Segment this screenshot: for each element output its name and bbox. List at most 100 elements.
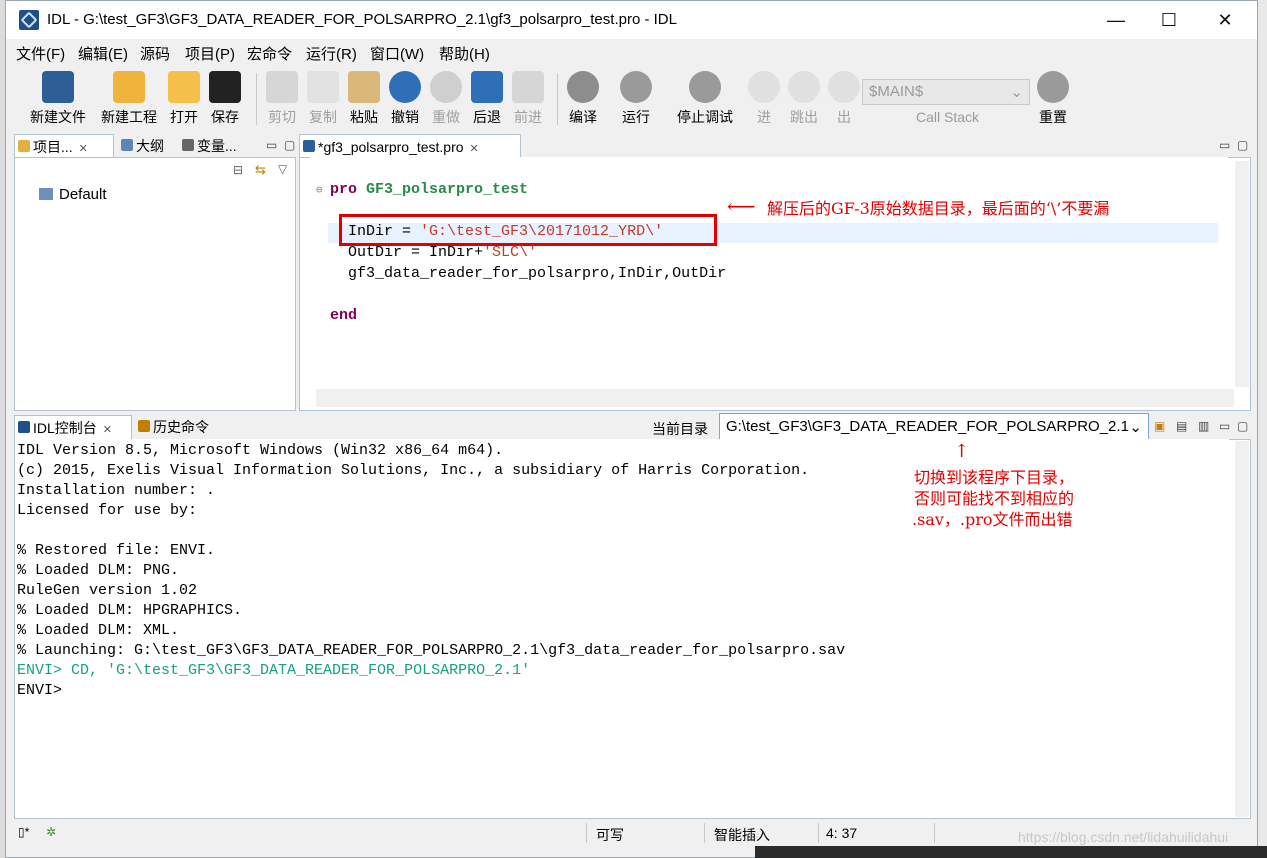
lock-icon[interactable]: ▤ <box>1176 419 1187 433</box>
step-over-icon <box>788 71 820 103</box>
run-label: 运行 <box>622 109 650 125</box>
redo-icon <box>430 71 462 103</box>
new-view-icon[interactable]: ▯* <box>18 825 29 839</box>
current-dir-label: 当前目录 <box>652 421 708 437</box>
menu-window[interactable]: 窗口(W) <box>370 43 424 64</box>
step-over-label: 跳出 <box>790 109 818 125</box>
code-line-1: pro GF3_polsarpro_test <box>330 181 528 198</box>
tab-history[interactable]: 历史命令 <box>135 415 241 439</box>
menu-run[interactable]: 运行(R) <box>306 43 357 64</box>
pro-file-icon <box>303 140 315 152</box>
run-button[interactable]: 运行 <box>619 71 653 127</box>
current-dir-value: G:\test_GF3\GF3_DATA_READER_FOR_POLSARPR… <box>726 418 1129 435</box>
annotation-up-arrow-icon: ↑ <box>954 441 970 462</box>
idl-app-icon <box>19 10 39 30</box>
back-arrow-icon <box>471 71 503 103</box>
step-into-button[interactable]: 进 <box>747 71 781 127</box>
step-out-icon <box>828 71 860 103</box>
fold-icon[interactable]: ⊖ <box>316 183 323 197</box>
bug-icon[interactable]: ✲ <box>46 825 56 839</box>
menu-edit[interactable]: 编辑(E) <box>78 43 128 64</box>
idl-window: IDL - G:\test_GF3\GF3_DATA_READER_FOR_PO… <box>5 0 1258 858</box>
stop-debug-button[interactable]: 停止调试 <box>671 71 739 127</box>
current-dir-select[interactable]: G:\test_GF3\GF3_DATA_READER_FOR_POLSARPR… <box>719 413 1149 440</box>
status-separator <box>586 823 587 843</box>
new-project-button[interactable]: 新建工程 <box>97 71 161 127</box>
open-button[interactable]: 打开 <box>167 71 201 127</box>
clear-console-icon[interactable]: ▥ <box>1198 419 1209 433</box>
minimize-view-icon[interactable]: ▭ <box>1219 419 1230 433</box>
menu-project[interactable]: 项目(P) <box>185 43 235 64</box>
window-title: IDL - G:\test_GF3\GF3_DATA_READER_FOR_PO… <box>47 11 677 28</box>
scope-select[interactable]: $MAIN$ ⌄ <box>862 79 1030 105</box>
reset-button[interactable]: 重置 <box>1036 71 1070 127</box>
editor-tab-label: *gf3_polsarpro_test.pro <box>318 139 464 155</box>
compile-label: 编译 <box>569 109 597 125</box>
variables-icon <box>182 139 194 151</box>
tab-project-label: 项目... <box>33 139 73 155</box>
tab-project[interactable]: 项目... ✕ <box>14 134 114 158</box>
undo-button[interactable]: 撤销 <box>388 71 422 127</box>
menu-help[interactable]: 帮助(H) <box>439 43 490 64</box>
redo-button[interactable]: 重做 <box>429 71 463 127</box>
editor-vertical-scrollbar[interactable] <box>1235 161 1249 387</box>
tab-editor-file[interactable]: *gf3_polsarpro_test.pro ✕ <box>299 134 521 158</box>
menu-bar: 文件(F) 编辑(E) 源码 项目(P) 宏命令 运行(R) 窗口(W) 帮助(… <box>6 39 1257 65</box>
copy-button[interactable]: 复制 <box>306 71 340 127</box>
stop-icon <box>689 71 721 103</box>
code-editor[interactable]: ⊖ pro GF3_polsarpro_test InDir = 'G:\tes… <box>310 157 1228 389</box>
step-out-button[interactable]: 出 <box>827 71 861 127</box>
status-writable: 可写 <box>596 827 624 843</box>
save-button[interactable]: 保存 <box>208 71 242 127</box>
status-separator <box>704 823 705 843</box>
step-over-button[interactable]: 跳出 <box>787 71 821 127</box>
undo-icon <box>389 71 421 103</box>
maximize-button[interactable]: ☐ <box>1146 7 1192 33</box>
toolbar: 新建文件 新建工程 打开 保存 剪切 复制 粘贴 撤销 重做 后退 前进 编译 … <box>6 65 1257 133</box>
reset-icon <box>1037 71 1069 103</box>
paste-button[interactable]: 粘贴 <box>347 71 381 127</box>
new-file-button[interactable]: 新建文件 <box>26 71 90 127</box>
back-button[interactable]: 后退 <box>470 71 504 127</box>
close-icon[interactable]: ✕ <box>79 143 88 155</box>
close-icon[interactable]: ✕ <box>103 424 112 436</box>
collapse-all-icon[interactable]: ⊟ <box>233 163 243 177</box>
title-bar: IDL - G:\test_GF3\GF3_DATA_READER_FOR_PO… <box>6 1 1257 39</box>
tab-idl-console[interactable]: IDL控制台 ✕ <box>14 415 132 439</box>
view-menu-icon[interactable]: ▽ <box>278 162 287 176</box>
close-button[interactable]: ✕ <box>1202 7 1248 33</box>
tree-item-default[interactable]: Default <box>39 186 107 203</box>
console-icon <box>18 421 30 433</box>
paste-label: 粘贴 <box>350 109 378 125</box>
keyword-pro: pro <box>330 181 358 198</box>
link-editor-icon[interactable]: ⇆ <box>255 162 266 178</box>
maximize-view-icon[interactable]: ▢ <box>1237 138 1248 152</box>
toolbar-separator <box>256 73 257 125</box>
tab-variables[interactable]: 变量... <box>179 134 277 158</box>
maximize-view-icon[interactable]: ▢ <box>284 138 295 152</box>
maximize-view-icon[interactable]: ▢ <box>1237 419 1248 433</box>
cut-label: 剪切 <box>268 109 296 125</box>
menu-file[interactable]: 文件(F) <box>16 43 65 64</box>
compile-button[interactable]: 编译 <box>566 71 600 127</box>
minimize-button[interactable]: — <box>1093 7 1139 33</box>
step-into-icon <box>748 71 780 103</box>
console-command-line: ENVI> CD, 'G:\test_GF3\GF3_DATA_READER_F… <box>17 662 531 679</box>
cut-button[interactable]: 剪切 <box>265 71 299 127</box>
annotation-editor: 解压后的GF-3原始数据目录，最后面的‘\’不要漏 <box>767 199 1110 218</box>
console-vertical-scrollbar[interactable] <box>1235 441 1249 817</box>
chevron-down-icon: ⌄ <box>1010 84 1023 101</box>
forward-button[interactable]: 前进 <box>511 71 545 127</box>
console-line: % Loaded DLM: PNG. <box>17 562 180 579</box>
menu-source[interactable]: 源码 <box>140 43 170 64</box>
folder-open-icon[interactable]: ▣ <box>1154 419 1165 433</box>
minimize-view-icon[interactable]: ▭ <box>266 138 277 152</box>
back-label: 后退 <box>473 109 501 125</box>
editor-horizontal-scrollbar[interactable] <box>316 389 1234 407</box>
close-icon[interactable]: ✕ <box>470 143 479 155</box>
minimize-view-icon[interactable]: ▭ <box>1219 138 1230 152</box>
call-stack-label: Call Stack <box>916 109 980 125</box>
menu-macros[interactable]: 宏命令 <box>247 43 292 64</box>
new-file-icon <box>42 71 74 103</box>
tab-variables-label: 变量... <box>197 138 237 154</box>
